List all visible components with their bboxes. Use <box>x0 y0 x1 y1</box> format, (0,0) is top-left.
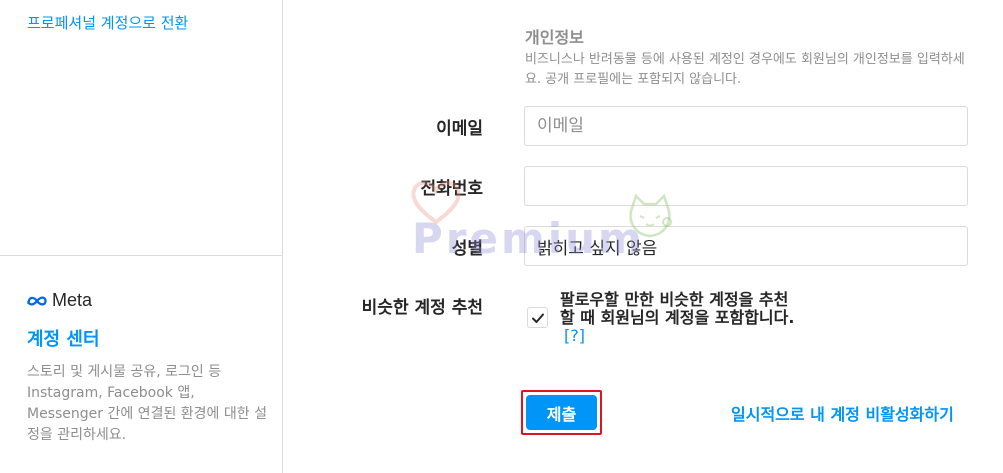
accounts-center-link[interactable]: 계정 센터 <box>27 325 100 351</box>
meta-infinity-icon <box>27 296 47 305</box>
submit-highlight: 제출 <box>521 390 602 435</box>
deactivate-account-link[interactable]: 일시적으로 내 계정 비활성화하기 <box>731 401 954 425</box>
sidebar: 프로페셔널 계정으로 전환 Meta 계정 센터 스토리 및 게시물 공유, 로… <box>0 0 283 473</box>
suggest-help-link[interactable]: [?] <box>564 326 585 345</box>
submit-button[interactable]: 제출 <box>526 395 597 430</box>
meta-logo: Meta <box>26 290 92 311</box>
sidebar-divider <box>0 255 283 256</box>
email-input[interactable] <box>524 106 968 146</box>
checkmark-icon <box>531 313 544 323</box>
accounts-center-description: 스토리 및 게시물 공유, 로그인 등 Instagram, Facebook … <box>27 364 267 443</box>
watermark-text: Premium <box>412 214 645 263</box>
suggest-label: 비슷한 계정 추천 <box>361 298 483 318</box>
phone-input[interactable] <box>524 166 968 206</box>
meta-logo-text: Meta <box>52 290 93 310</box>
suggest-description: 팔로우할 만한 비슷한 계정을 추천할 때 회원님의 계정을 포함합니다.[?] <box>560 291 800 345</box>
suggest-text: 팔로우할 만한 비슷한 계정을 추천할 때 회원님의 계정을 포함합니다. <box>560 290 795 327</box>
personal-info-description: 비즈니스나 반려동물 등에 사용된 계정인 경우에도 회원님의 개인정보를 입력… <box>525 52 965 87</box>
email-label: 이메일 <box>436 119 483 139</box>
suggest-checkbox[interactable] <box>527 307 548 328</box>
switch-to-professional-link[interactable]: 프로페셔널 계정으로 전환 <box>27 12 188 33</box>
watermark-cat-icon <box>622 190 678 250</box>
personal-info-title: 개인정보 <box>525 28 584 47</box>
